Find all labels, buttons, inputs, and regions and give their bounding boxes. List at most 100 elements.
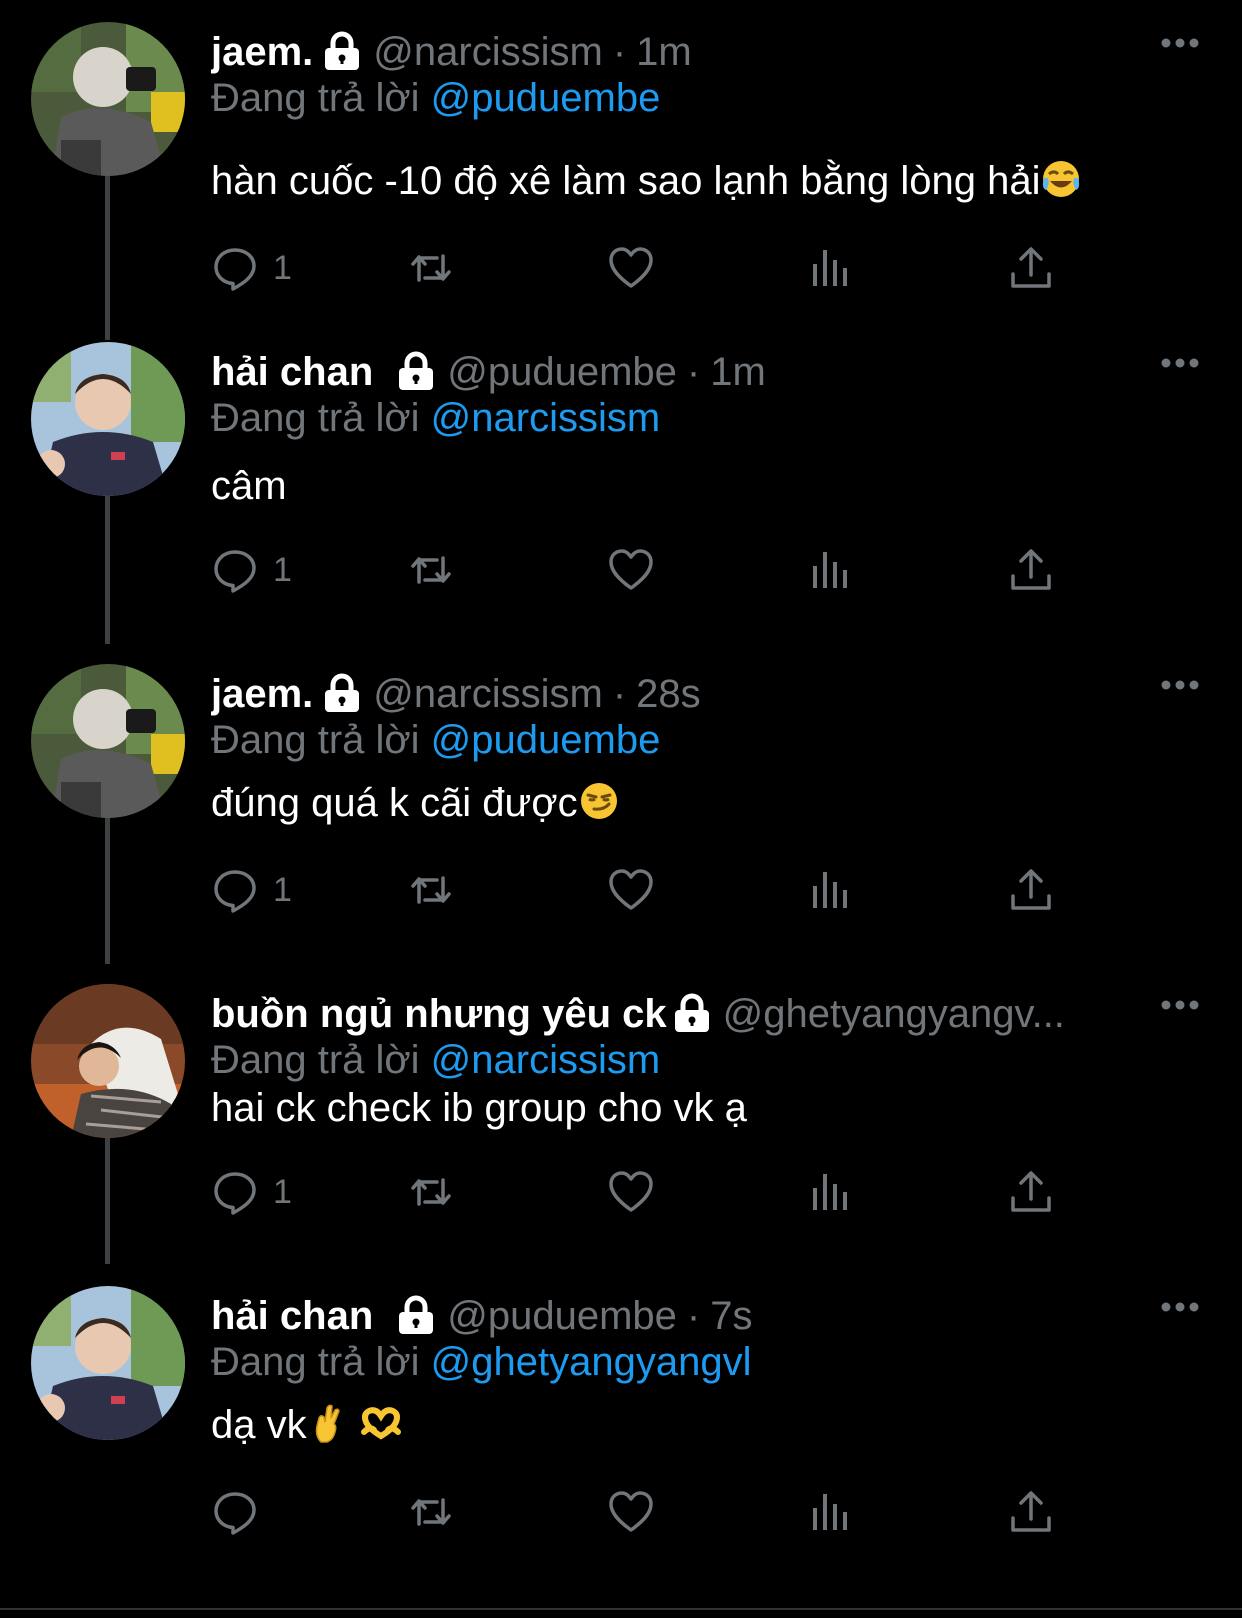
display-name[interactable]: jaem. [211,30,313,75]
replying-to: Đang trả lời @narcissism [211,396,660,441]
like-button[interactable] [607,544,655,596]
reply-icon [211,1168,259,1216]
avatar[interactable] [31,342,185,496]
tweet[interactable]: jaem. @narcissism · 28s Đang trả lời @pu… [0,642,1242,962]
separator: · [686,1293,701,1338]
reply-button[interactable]: 1 [211,1166,292,1218]
reply-count: 1 [273,248,292,287]
more-icon[interactable] [1160,356,1200,370]
lock-icon [321,673,363,715]
tweet-actions [211,1486,1091,1538]
timestamp[interactable]: 28s [636,672,701,717]
timestamp[interactable]: 7s [710,1294,752,1339]
share-button[interactable] [1007,1166,1055,1218]
tweet-actions: 1 [211,242,1091,294]
views-icon [807,1168,855,1216]
tweet[interactable]: hải chan @puduembe · 7s Đang trả lời @gh… [0,1264,1242,1608]
reply-button[interactable] [211,1486,273,1538]
mention-link[interactable]: @ghetyangyangvl [431,1340,752,1384]
retweet-button[interactable] [407,1166,455,1218]
replying-to: Đang trả lời @puduembe [211,718,660,763]
more-icon[interactable] [1160,678,1200,692]
replying-to: Đang trả lời @ghetyangyangvl [211,1340,752,1385]
user-handle[interactable]: @puduembe [447,1294,677,1339]
retweet-button[interactable] [407,864,455,916]
reply-button[interactable]: 1 [211,864,292,916]
tweet-header: buồn ngủ nhưng yêu ck @ghetyangyangv... [211,988,1170,1040]
display-name[interactable]: hải chan [211,350,373,395]
tweet-text: hai ck check ib group cho vk ạ [211,1086,747,1131]
reply-count: 1 [273,1172,292,1211]
reply-icon [211,244,259,292]
reply-button[interactable]: 1 [211,242,292,294]
like-icon [607,244,655,292]
share-button[interactable] [1007,544,1055,596]
retweet-button[interactable] [407,544,455,596]
like-button[interactable] [607,1486,655,1538]
tweet-actions: 1 [211,864,1091,916]
like-icon [607,866,655,914]
views-button[interactable] [807,1166,855,1218]
views-icon [807,546,855,594]
timestamp[interactable]: 1m [710,350,766,395]
more-icon[interactable] [1160,1300,1200,1314]
reply-icon [211,866,259,914]
tweet[interactable]: hải chan @puduembe · 1m Đang trả lời @na… [0,320,1242,642]
views-button[interactable] [807,864,855,916]
share-icon [1007,1488,1055,1536]
avatar[interactable] [31,984,185,1138]
reply-button[interactable]: 1 [211,544,292,596]
more-icon[interactable] [1160,36,1200,50]
display-name[interactable]: buồn ngủ nhưng yêu ck [211,992,667,1037]
tweet-text-content: câm [211,464,287,508]
avatar[interactable] [31,1286,185,1440]
replying-to-label: Đang trả lời [211,396,420,440]
user-handle[interactable]: @narcissism [373,672,603,717]
more-icon[interactable] [1160,998,1200,1012]
user-handle[interactable]: @ghetyangyangv... [723,992,1065,1037]
like-icon [607,1168,655,1216]
views-button[interactable] [807,544,855,596]
mention-link[interactable]: @narcissism [431,396,661,440]
mention-link[interactable]: @narcissism [431,1038,661,1082]
mention-link[interactable]: @puduembe [431,718,661,762]
tweet-actions: 1 [211,544,1091,596]
like-button[interactable] [607,242,655,294]
like-button[interactable] [607,864,655,916]
share-button[interactable] [1007,1486,1055,1538]
replying-to-label: Đang trả lời [211,718,420,762]
display-name[interactable]: jaem. [211,672,313,717]
avatar[interactable] [31,664,185,818]
avatar[interactable] [31,22,185,176]
share-button[interactable] [1007,864,1055,916]
reply-count: 1 [273,550,292,589]
tweet-text-content: hàn cuốc -10 độ xê làm sao lạnh bằng lòn… [211,159,1041,203]
replying-to-label: Đang trả lời [211,1038,420,1082]
retweet-button[interactable] [407,242,455,294]
share-icon [1007,546,1055,594]
views-button[interactable] [807,242,855,294]
tweet[interactable]: buồn ngủ nhưng yêu ck @ghetyangyangv... … [0,962,1242,1264]
display-name[interactable]: hải chan [211,1294,373,1339]
retweet-icon [407,244,455,292]
retweet-button[interactable] [407,1486,455,1538]
reply-icon [211,1488,259,1536]
heart-hands-emoji [360,1402,402,1444]
user-handle[interactable]: @puduembe [447,350,677,395]
retweet-icon [407,866,455,914]
tweet[interactable]: jaem. @narcissism · 1m Đang trả lời @pud… [0,0,1242,320]
tweet-text-content: đúng quá k cãi được [211,781,578,825]
views-button[interactable] [807,1486,855,1538]
mention-link[interactable]: @puduembe [431,76,661,120]
like-icon [607,1488,655,1536]
replying-to-label: Đang trả lời [211,1340,420,1384]
timestamp[interactable]: 1m [636,30,692,75]
views-icon [807,244,855,292]
separator: · [612,29,627,74]
like-button[interactable] [607,1166,655,1218]
tweet-text: câm [211,464,287,509]
divider [0,1608,1242,1610]
share-button[interactable] [1007,242,1055,294]
user-handle[interactable]: @narcissism [373,30,603,75]
share-icon [1007,866,1055,914]
